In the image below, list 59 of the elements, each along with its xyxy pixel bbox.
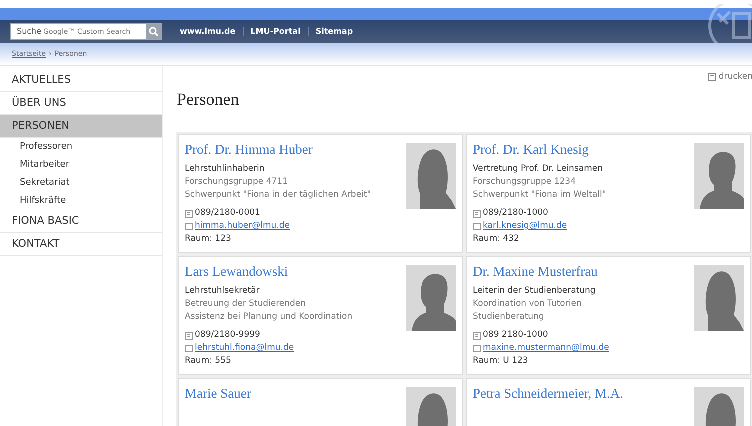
search-icon [148, 26, 158, 36]
email-link[interactable]: maxine.mustermann@lmu.de [483, 342, 610, 355]
phone-number: 089/2180-0001 [195, 207, 260, 220]
person-detail: Forschungsgruppe 4711 [185, 176, 290, 189]
person-detail: Assistenz bei Planung und Koordination [185, 311, 354, 324]
printer-icon [708, 73, 716, 81]
photo-placeholder [694, 143, 744, 209]
person-detail: Studienberatung [473, 311, 546, 324]
photo-placeholder [406, 265, 456, 331]
photo-placeholder [694, 265, 744, 331]
person-role: Vertretung Prof. Dr. Leinsamen [473, 163, 604, 176]
print-link[interactable]: drucken [177, 66, 752, 82]
mail-icon [185, 345, 193, 352]
photo-placeholder [406, 143, 456, 209]
page-title: Personen [177, 90, 240, 110]
mail-icon [473, 345, 481, 352]
email-link[interactable]: lehrstuhl.fiona@lmu.de [195, 342, 294, 355]
email-link[interactable]: himma.huber@lmu.de [195, 220, 290, 233]
email-link[interactable]: karl.knesig@lmu.de [483, 220, 568, 233]
person-detail: Forschungsgruppe 1234 [473, 176, 578, 189]
header-link[interactable]: www.lmu.de [180, 27, 243, 36]
person-name-link[interactable]: Dr. Maxine Musterfrau [473, 264, 598, 280]
header-link[interactable]: LMU-Portal [242, 27, 308, 36]
mail-icon [473, 223, 481, 230]
person-name-link[interactable]: Marie Sauer [185, 386, 252, 402]
sidebar-item[interactable]: KONTAKT [0, 233, 162, 256]
person-role: Lehrstuhlsekretär [185, 285, 261, 298]
sidebar-subitem[interactable]: Sekretariat [0, 174, 162, 192]
room-text: Raum: 123 [185, 234, 232, 244]
search-label: Suche [16, 27, 42, 36]
room-text: Raum: U 123 [473, 356, 528, 366]
sidebar-item[interactable]: AKTUELLES [0, 69, 162, 92]
person-role: Lehrstuhlinhaberin [185, 163, 266, 176]
mail-icon [185, 223, 193, 230]
sidebar-item[interactable]: PERSONEN [0, 115, 162, 138]
person-role: Leiterin der Studienberatung [473, 285, 597, 298]
phone-icon [473, 332, 481, 340]
person-detail: Schwerpunkt "Fiona in der täglichen Arbeit" [185, 189, 372, 202]
room-text: Raum: 432 [473, 234, 520, 244]
sidebar-subitem[interactable]: Hilfskräfte [0, 192, 162, 210]
person-name-link[interactable]: Petra Schneidermeier, M.A. [473, 386, 624, 402]
header-link[interactable]: Sitemap [308, 27, 360, 36]
sidebar-subitem[interactable]: Mitarbeiter [0, 156, 162, 174]
person-detail: Betreuung der Studierenden [185, 298, 308, 311]
room-text: Raum: 555 [185, 356, 232, 366]
sidebar-item[interactable]: FIONA BASIC [0, 210, 162, 233]
phone-number: 089/2180-9999 [195, 329, 260, 342]
person-detail: Koordination von Tutorien [473, 298, 583, 311]
person-detail: Schwerpunkt "Fiona im Weltall" [473, 189, 608, 202]
phone-icon [185, 210, 193, 218]
phone-number: 089/2180-1000 [483, 207, 548, 220]
person-name-link[interactable]: Prof. Dr. Himma Huber [185, 142, 313, 158]
search-button[interactable] [146, 24, 161, 39]
phone-icon [185, 332, 193, 340]
phone-icon [473, 210, 481, 218]
person-name-link[interactable]: Prof. Dr. Karl Knesig [473, 142, 589, 158]
phone-number: 089 2180-1000 [483, 329, 548, 342]
sidebar-subitem[interactable]: Professoren [0, 138, 162, 156]
person-name-link[interactable]: Lars Lewandowski [185, 264, 288, 280]
